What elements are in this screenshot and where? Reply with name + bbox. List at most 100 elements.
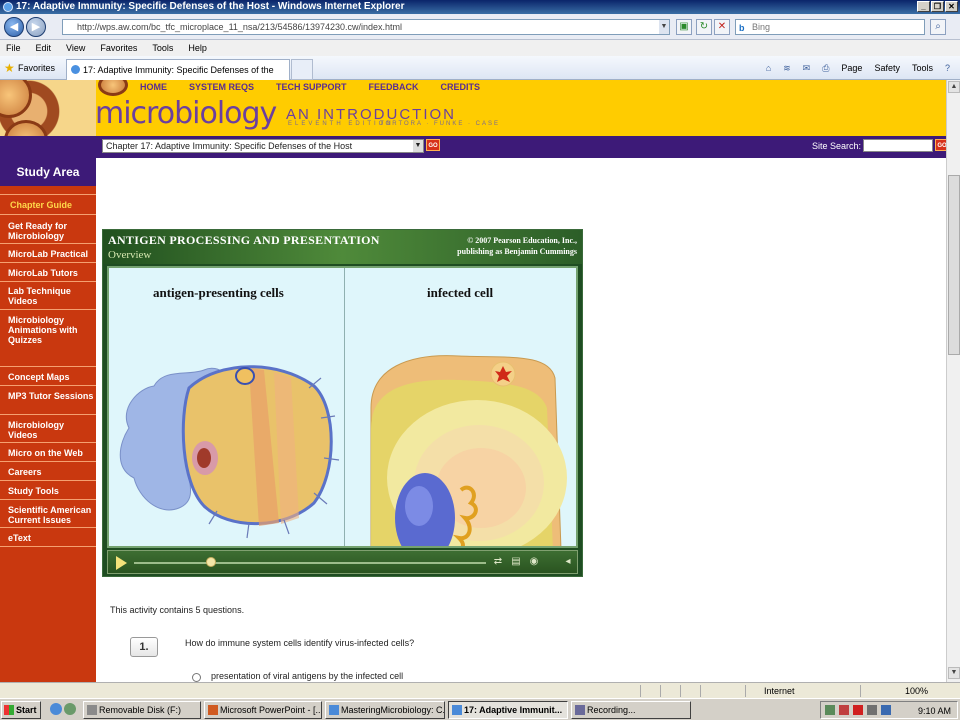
search-input[interactable]: b Bing xyxy=(735,19,925,35)
question-text: How do immune system cells identify viru… xyxy=(185,638,415,648)
sidebar-chapter-guide[interactable]: Chapter Guide xyxy=(10,200,96,210)
scroll-down-icon[interactable]: ▼ xyxy=(948,667,960,679)
search-placeholder: Bing xyxy=(752,22,771,32)
menu-help[interactable]: Help xyxy=(188,40,207,56)
status-bar: Internet 100% xyxy=(0,682,960,698)
system-tray: 9:10 AM xyxy=(820,701,958,719)
captions-icon[interactable]: ▤ xyxy=(510,556,522,568)
chapter-go-button[interactable]: GO xyxy=(426,139,440,151)
menu-view[interactable]: View xyxy=(66,40,85,56)
bing-icon: b xyxy=(739,23,745,33)
copyright-line-2: publishing as Benjamin Cummings xyxy=(457,247,577,256)
quicklaunch-media-icon[interactable] xyxy=(64,703,76,715)
favorites-star-icon[interactable]: ★ xyxy=(4,61,15,75)
tray-volume-icon[interactable] xyxy=(867,705,877,715)
refresh-icon[interactable]: ↻ xyxy=(696,19,712,35)
taskbar-mastering-microbiology[interactable]: MasteringMicrobiology: C... xyxy=(325,701,445,719)
sidebar-item-microlab-tutors[interactable]: MicroLab Tutors xyxy=(8,268,94,278)
nav-home[interactable]: HOME xyxy=(140,82,167,92)
sidebar-item-concept-maps[interactable]: Concept Maps xyxy=(8,372,94,382)
web-page: HOME SYSTEM REQS TECH SUPPORT FEEDBACK C… xyxy=(0,80,946,682)
progress-knob[interactable] xyxy=(206,557,217,567)
tray-security-icon[interactable] xyxy=(839,705,849,715)
mail-icon[interactable]: ✉ xyxy=(803,60,811,76)
sidebar-item-careers[interactable]: Careers xyxy=(8,467,94,477)
tools-menu[interactable]: Tools xyxy=(912,60,933,76)
print-icon[interactable]: ⎙ xyxy=(822,60,829,76)
feeds-icon[interactable]: ≋ xyxy=(783,60,791,76)
internet-explorer-icon xyxy=(3,2,13,12)
chapter-select[interactable]: Chapter 17: Adaptive Immunity: Specific … xyxy=(102,139,424,153)
start-button[interactable]: Start xyxy=(1,701,41,719)
page-scrollbar[interactable]: ▲ ▼ xyxy=(946,80,960,682)
scroll-up-icon[interactable]: ▲ xyxy=(948,81,960,93)
menu-favorites[interactable]: Favorites xyxy=(100,40,137,56)
chapter-dropdown-icon: ▼ xyxy=(413,140,423,152)
answer-option-1[interactable]: presentation of viral antigens by the in… xyxy=(211,671,403,681)
windows-flag-icon xyxy=(4,705,14,715)
address-dropdown-icon[interactable]: ▼ xyxy=(659,20,669,34)
security-zone: Internet xyxy=(764,686,795,696)
scroll-thumb[interactable] xyxy=(948,175,960,355)
minimize-button[interactable]: _ xyxy=(917,1,930,12)
compatibility-icon[interactable]: ▣ xyxy=(676,19,692,35)
taskbar-recording[interactable]: Recording... xyxy=(571,701,691,719)
menu-file[interactable]: File xyxy=(6,40,21,56)
animation-player: ANTIGEN PROCESSING AND PRESENTATION Over… xyxy=(102,229,583,577)
menu-edit[interactable]: Edit xyxy=(36,40,52,56)
infected-cell xyxy=(370,355,567,546)
window-title: 17: Adaptive Immunity: Specific Defenses… xyxy=(16,1,405,12)
taskbar-adaptive-immunity[interactable]: 17: Adaptive Immunit... xyxy=(448,701,568,719)
sidebar-item-mp3-tutor[interactable]: MP3 Tutor Sessions xyxy=(8,391,94,401)
search-icon[interactable]: ⌕ xyxy=(930,19,946,35)
close-button[interactable]: ✕ xyxy=(945,1,958,12)
stop-icon[interactable]: ✕ xyxy=(714,19,730,35)
quicklaunch-ie-icon[interactable] xyxy=(50,703,62,715)
nav-system-reqs[interactable]: SYSTEM REQS xyxy=(189,82,254,92)
sidebar-item-get-ready[interactable]: Get Ready for Microbiology xyxy=(8,221,94,241)
volume-icon[interactable]: ◂ xyxy=(562,556,574,568)
sidebar-item-micro-on-web[interactable]: Micro on the Web xyxy=(8,448,94,458)
menu-tools[interactable]: Tools xyxy=(152,40,173,56)
nav-credits[interactable]: CREDITS xyxy=(441,82,481,92)
play-icon[interactable] xyxy=(116,556,127,570)
progress-track[interactable] xyxy=(134,562,486,564)
new-tab-button[interactable] xyxy=(291,59,313,80)
animation-illustration xyxy=(119,355,567,546)
tab-page-icon xyxy=(71,65,80,74)
animation-title: ANTIGEN PROCESSING AND PRESENTATION xyxy=(108,233,380,247)
browser-tab[interactable]: 17: Adaptive Immunity: Specific Defenses… xyxy=(66,59,290,95)
page-menu[interactable]: Page xyxy=(841,60,862,76)
zoom-level[interactable]: 100% xyxy=(905,685,928,697)
sidebar-item-scientific-american[interactable]: Scientific American Current Issues xyxy=(8,505,94,525)
logo-edition: ELEVENTH EDITION xyxy=(288,121,394,127)
sidebar-item-animations[interactable]: Microbiology Animations with Quizzes xyxy=(8,315,94,345)
address-input[interactable]: http://wps.aw.com/bc_tfc_microplace_11_n… xyxy=(62,19,670,35)
forward-button[interactable]: ▶ xyxy=(26,17,46,37)
animation-subtitle: Overview xyxy=(108,249,152,261)
sidebar-item-microlab-practical[interactable]: MicroLab Practical xyxy=(8,249,94,259)
tray-network-icon[interactable] xyxy=(825,705,835,715)
sidebar-item-etext[interactable]: eText xyxy=(8,533,94,543)
sidebar-item-study-tools[interactable]: Study Tools xyxy=(8,486,94,496)
animation-copyright: © 2007 Pearson Education, Inc., publishi… xyxy=(457,235,577,257)
help-icon[interactable]: ? xyxy=(945,60,950,76)
back-button[interactable]: ◀ xyxy=(4,17,24,37)
tray-ati-icon[interactable] xyxy=(853,705,863,715)
sidebar-item-microbiology-videos[interactable]: Microbiology Videos xyxy=(8,420,94,440)
audio-icon[interactable]: ◉ xyxy=(528,556,540,568)
tray-app-icon[interactable] xyxy=(881,705,891,715)
loop-icon[interactable]: ⇄ xyxy=(492,556,504,568)
site-search-input[interactable] xyxy=(863,139,933,152)
answer-radio-1[interactable] xyxy=(192,673,201,682)
taskbar-removable-disk[interactable]: Removable Disk (F:) xyxy=(83,701,201,719)
maximize-button[interactable]: ❐ xyxy=(931,1,944,12)
home-icon[interactable]: ⌂ xyxy=(766,60,771,76)
nav-tech-support[interactable]: TECH SUPPORT xyxy=(276,82,347,92)
safety-menu[interactable]: Safety xyxy=(874,60,900,76)
sidebar-item-lab-technique-videos[interactable]: Lab Technique Videos xyxy=(8,286,94,306)
nav-feedback[interactable]: FEEDBACK xyxy=(369,82,419,92)
taskbar-powerpoint[interactable]: Microsoft PowerPoint - [... xyxy=(204,701,322,719)
site-search-go-button[interactable]: GO xyxy=(935,139,946,151)
favorites-button[interactable]: Favorites xyxy=(18,63,55,73)
